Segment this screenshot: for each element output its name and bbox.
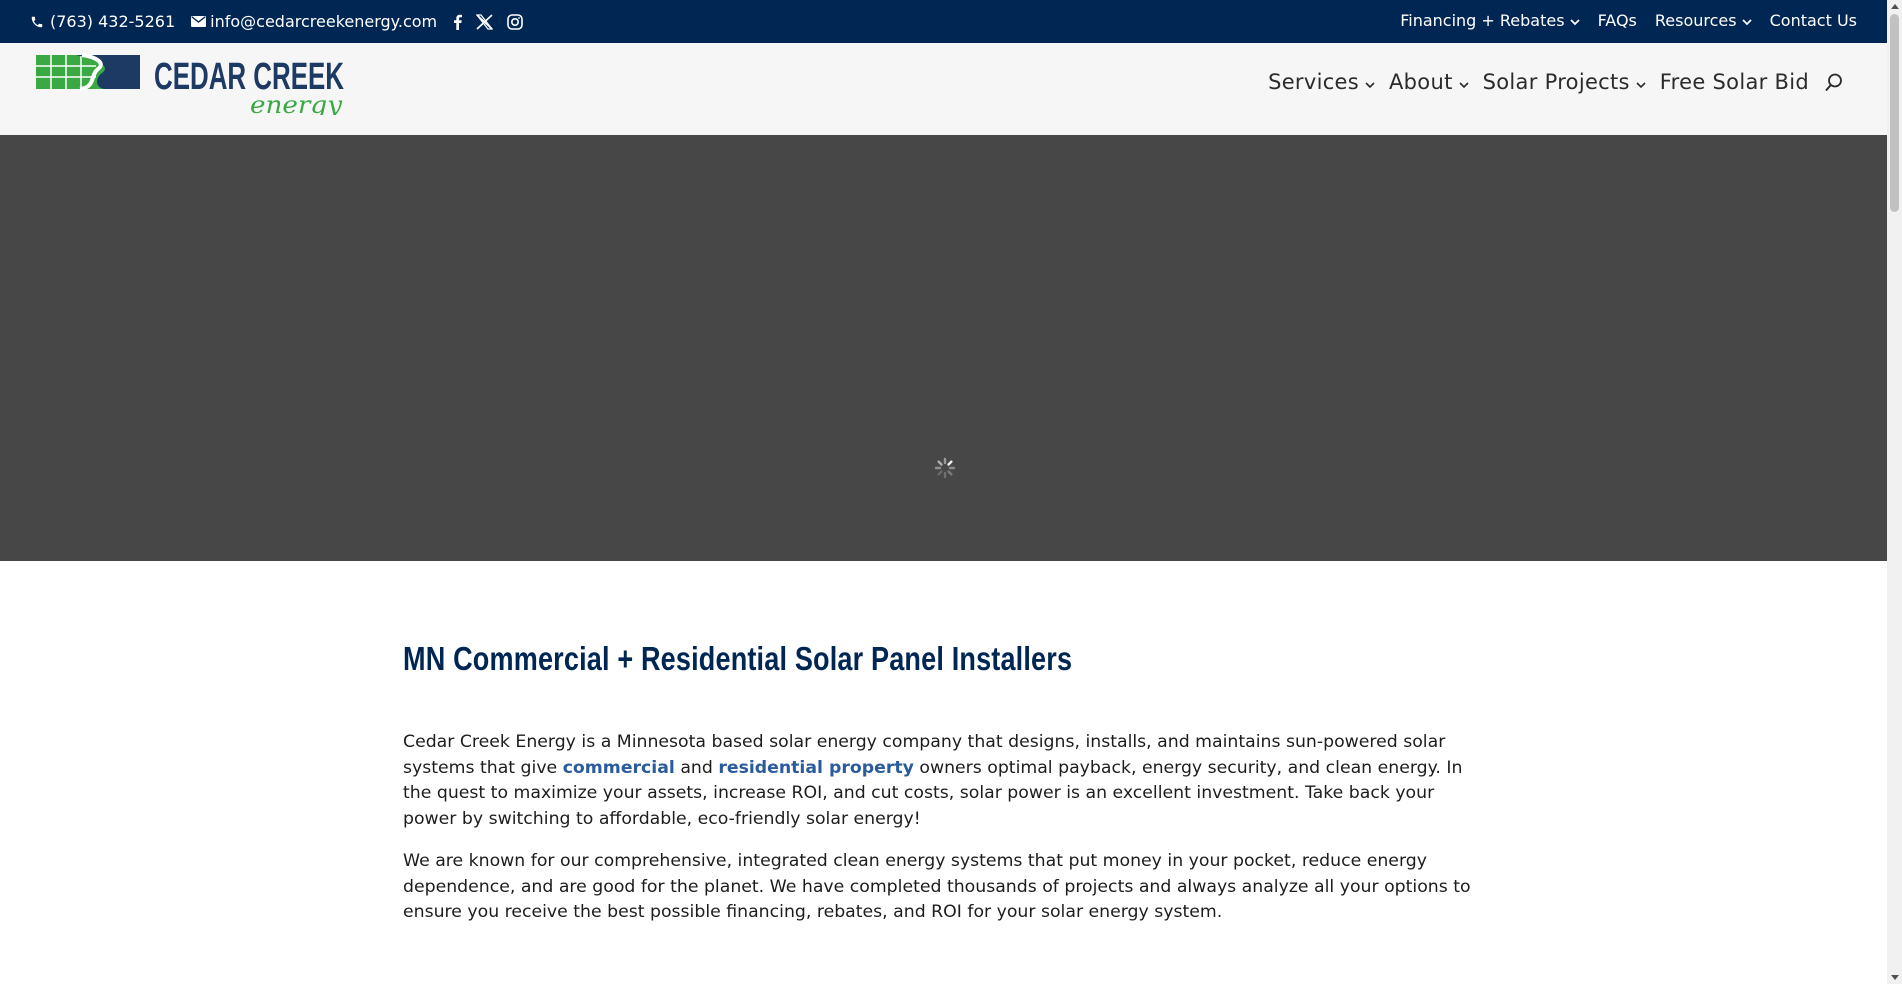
commercial-link[interactable]: commercial [563,758,675,778]
secondary-nav: Financing + Rebates FAQs Resources Conta… [1400,0,1857,40]
nav-financing-rebates[interactable]: Financing + Rebates [1400,10,1580,30]
contact-info: (763) 432-5261 info@cedarcreekenergy.com [30,0,523,43]
intro-paragraph: Cedar Creek Energy is a Minnesota based … [403,730,1483,832]
intro-text-mid: and [674,757,719,778]
nav-label: Resources [1654,10,1737,30]
nav-label: Solar Projects [1482,70,1630,94]
loading-spinner-icon [934,457,956,479]
search-icon[interactable] [1825,73,1843,92]
top-bar: (763) 432-5261 info@cedarcreekenergy.com… [0,0,1887,43]
site-header: CEDAR CREEK energy Services About Solar … [0,43,1887,135]
facebook-icon[interactable] [453,14,463,30]
nav-faqs[interactable]: FAQs [1598,11,1637,30]
phone-icon [30,15,44,29]
mail-icon [191,16,207,27]
nav-solar-projects[interactable]: Solar Projects [1483,70,1646,94]
nav-label: Financing + Rebates [1400,10,1565,30]
chevron-down-icon [1459,70,1469,94]
scroll-down-arrow-icon[interactable] [1891,975,1899,980]
nav-label: Contact Us [1769,10,1857,30]
chevron-down-icon [1741,11,1752,30]
residential-property-link[interactable]: residential property [718,758,914,778]
site-logo[interactable]: CEDAR CREEK energy [36,53,346,119]
nav-contact-us[interactable]: Contact Us [1770,11,1857,30]
nav-label: Services [1268,70,1360,94]
social-links [453,13,523,30]
nav-label: Free Solar Bid [1659,70,1809,94]
nav-free-solar-bid[interactable]: Free Solar Bid [1660,70,1809,94]
phone-link[interactable]: (763) 432-5261 [50,12,175,31]
email-link[interactable]: info@cedarcreekenergy.com [210,12,437,31]
nav-label: About [1389,70,1453,94]
page-title: MN Commercial + Residential Solar Panel … [403,640,1073,677]
nav-label: FAQs [1597,10,1637,30]
chevron-down-icon [1569,11,1580,30]
nav-resources[interactable]: Resources [1655,11,1752,30]
scroll-up-arrow-icon[interactable] [1891,4,1899,9]
hero-slider [0,135,1887,561]
nav-services[interactable]: Services [1268,70,1375,94]
nav-about[interactable]: About [1389,70,1469,94]
main-nav: Services About Solar Projects Free Solar… [1268,43,1843,121]
chevron-down-icon [1365,70,1375,94]
x-twitter-icon[interactable] [476,13,494,30]
chevron-down-icon [1636,70,1646,94]
intro-section: MN Commercial + Residential Solar Panel … [403,640,1483,926]
page-scrollbar[interactable] [1887,0,1902,984]
logo-tagline: energy [250,91,342,115]
logo-solar-panel-icon [36,53,140,91]
instagram-icon[interactable] [507,13,523,30]
about-paragraph: We are known for our comprehensive, inte… [403,851,1471,922]
scrollbar-thumb[interactable] [1890,14,1899,212]
